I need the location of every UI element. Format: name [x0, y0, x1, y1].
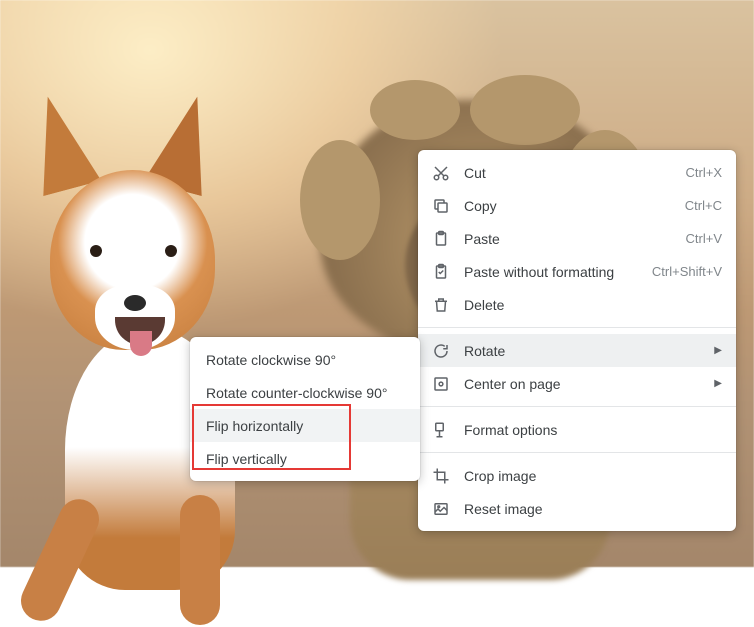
paste-no-format-icon	[432, 263, 450, 281]
menu-label: Center on page	[464, 376, 700, 392]
menu-separator	[418, 406, 736, 407]
submenu-item-flip-vertical[interactable]: Flip vertically	[190, 442, 420, 475]
menu-item-copy[interactable]: Copy Ctrl+C	[418, 189, 736, 222]
submenu-arrow-icon: ▶	[714, 345, 722, 356]
menu-item-cut[interactable]: Cut Ctrl+X	[418, 156, 736, 189]
delete-icon	[432, 296, 450, 314]
crop-icon	[432, 467, 450, 485]
menu-item-crop[interactable]: Crop image	[418, 459, 736, 492]
menu-separator	[418, 327, 736, 328]
menu-shortcut: Ctrl+C	[685, 198, 722, 213]
menu-item-paste[interactable]: Paste Ctrl+V	[418, 222, 736, 255]
context-menu: Cut Ctrl+X Copy Ctrl+C Paste Ctrl+V Past…	[418, 150, 736, 531]
menu-item-rotate[interactable]: Rotate ▶	[418, 334, 736, 367]
menu-item-paste-no-format[interactable]: Paste without formatting Ctrl+Shift+V	[418, 255, 736, 288]
menu-shortcut: Ctrl+V	[686, 231, 722, 246]
cut-icon	[432, 164, 450, 182]
menu-label: Cut	[464, 165, 672, 181]
menu-label: Flip vertically	[206, 451, 404, 467]
copy-icon	[432, 197, 450, 215]
center-icon	[432, 375, 450, 393]
menu-label: Paste without formatting	[464, 264, 638, 280]
menu-label: Paste	[464, 231, 672, 247]
menu-separator	[418, 452, 736, 453]
reset-image-icon	[432, 500, 450, 518]
menu-shortcut: Ctrl+Shift+V	[652, 264, 722, 279]
menu-label: Delete	[464, 297, 722, 313]
menu-label: Rotate	[464, 343, 700, 359]
menu-item-format-options[interactable]: Format options	[418, 413, 736, 446]
menu-item-center[interactable]: Center on page ▶	[418, 367, 736, 400]
menu-item-delete[interactable]: Delete	[418, 288, 736, 321]
menu-label: Rotate clockwise 90°	[206, 352, 404, 368]
submenu-arrow-icon: ▶	[714, 378, 722, 389]
menu-label: Rotate counter-clockwise 90°	[206, 385, 404, 401]
paste-icon	[432, 230, 450, 248]
rotate-submenu: Rotate clockwise 90° Rotate counter-cloc…	[190, 337, 420, 481]
menu-item-reset[interactable]: Reset image	[418, 492, 736, 525]
submenu-item-rotate-cw[interactable]: Rotate clockwise 90°	[190, 343, 420, 376]
menu-label: Copy	[464, 198, 671, 214]
menu-label: Format options	[464, 422, 722, 438]
submenu-item-flip-horizontal[interactable]: Flip horizontally	[190, 409, 420, 442]
format-options-icon	[432, 421, 450, 439]
menu-label: Crop image	[464, 468, 722, 484]
rotate-icon	[432, 342, 450, 360]
submenu-item-rotate-ccw[interactable]: Rotate counter-clockwise 90°	[190, 376, 420, 409]
menu-shortcut: Ctrl+X	[686, 165, 722, 180]
menu-label: Reset image	[464, 501, 722, 517]
menu-label: Flip horizontally	[206, 418, 404, 434]
